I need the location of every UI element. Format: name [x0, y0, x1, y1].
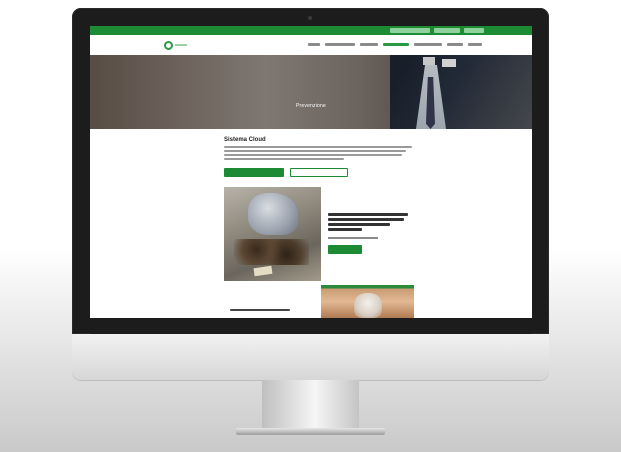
camera-icon — [308, 16, 312, 20]
nav-item[interactable] — [447, 43, 463, 46]
primary-cta-button[interactable] — [224, 168, 284, 177]
article-photo-waste — [224, 187, 321, 281]
article-meta — [328, 237, 378, 239]
photo-animal-face — [354, 293, 382, 318]
logo-tagline — [175, 44, 187, 46]
nav-item-active[interactable] — [383, 43, 409, 46]
secondary-cta-button[interactable] — [290, 168, 348, 177]
read-more-button[interactable] — [328, 245, 362, 254]
top-utility-bar — [90, 26, 532, 35]
hero-title: Prevenzione — [296, 103, 326, 109]
topbar-link[interactable] — [390, 28, 430, 33]
article-photo-animal — [321, 285, 414, 318]
section-paragraph — [224, 146, 414, 162]
monitor-stand-neck — [262, 380, 359, 430]
text-line — [230, 309, 290, 311]
site-logo[interactable] — [164, 39, 187, 51]
nav-item[interactable] — [360, 43, 378, 46]
nav-item[interactable] — [308, 43, 320, 46]
topbar-link[interactable] — [434, 28, 460, 33]
monitor-bezel-bottom — [90, 318, 532, 334]
monitor-stand-foot — [236, 428, 385, 435]
section-heading: Sistema Cloud — [224, 137, 266, 143]
photo-debris — [234, 239, 309, 265]
main-nav — [308, 43, 482, 46]
text-line — [328, 228, 362, 231]
nav-item[interactable] — [468, 43, 482, 46]
photo-card — [253, 265, 273, 277]
text-line — [328, 223, 390, 226]
monitor-chin — [72, 334, 549, 380]
text-line — [224, 158, 344, 160]
site-header — [90, 35, 532, 56]
text-line — [224, 146, 412, 148]
photo-plastic-bag — [248, 193, 298, 235]
text-line — [224, 150, 406, 152]
topbar-link[interactable] — [464, 28, 484, 33]
page-content: Sistema Cloud — [90, 129, 532, 318]
nav-item[interactable] — [325, 43, 355, 46]
logo-mark-icon — [164, 40, 173, 50]
hero-overlay — [90, 55, 532, 129]
text-line — [328, 213, 408, 216]
hero-banner: Prevenzione — [90, 55, 532, 129]
article-heading[interactable] — [328, 213, 410, 233]
nav-item[interactable] — [414, 43, 442, 46]
text-line — [328, 218, 404, 221]
monitor-screen: Prevenzione Sistema Cloud — [90, 26, 532, 318]
article-heading-2[interactable] — [230, 309, 292, 313]
text-line — [224, 154, 402, 156]
